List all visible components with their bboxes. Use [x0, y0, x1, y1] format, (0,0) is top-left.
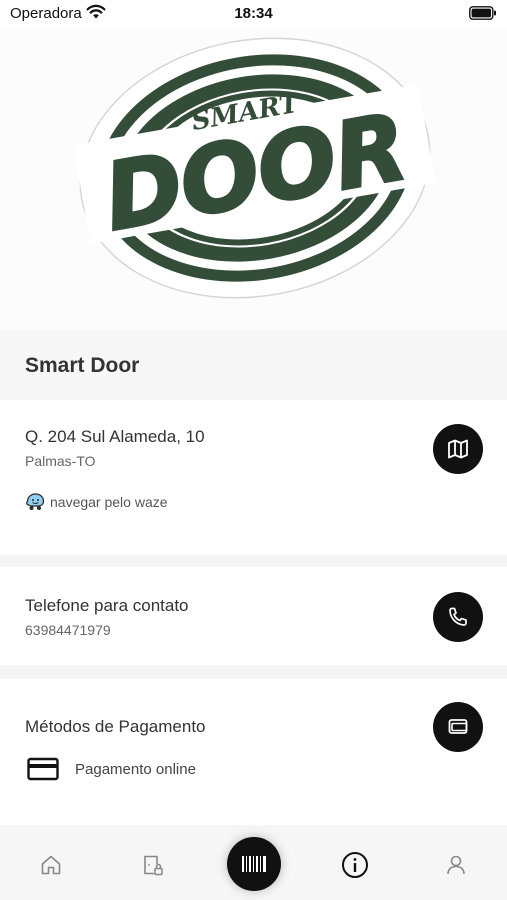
contact-card: Telefone para contato 63984471979 [0, 567, 507, 665]
shop-header: Smart Door [0, 330, 507, 400]
info-icon [342, 852, 368, 878]
logo-banner: SMART DOOR [0, 30, 507, 330]
door-lock-icon [144, 855, 163, 876]
contact-phone: 63984471979 [25, 622, 111, 638]
divider [0, 555, 507, 567]
payment-card: Métodos de Pagamento [0, 679, 507, 825]
wallet-icon [448, 719, 468, 734]
home-icon [41, 855, 61, 875]
status-bar: Operadora 18:34 [0, 0, 507, 30]
phone-icon [449, 607, 467, 626]
waze-icon [26, 493, 45, 510]
battery-icon [469, 6, 497, 25]
address-street: Q. 204 Sul Alameda, 10 [25, 427, 205, 446]
call-button[interactable] [433, 592, 483, 642]
map-button[interactable] [433, 424, 483, 474]
payment-method-label: Pagamento online [75, 760, 196, 778]
tab-info[interactable] [340, 850, 370, 880]
map-icon [448, 439, 468, 459]
address-card: Q. 204 Sul Alameda, 10 Palmas-TO [0, 400, 507, 555]
barcode-icon [242, 856, 266, 872]
payment-button[interactable] [433, 702, 483, 752]
smart-door-logo: SMART DOOR [73, 37, 436, 299]
payment-method-row: Pagamento online [27, 757, 196, 781]
tab-bar [0, 825, 507, 900]
clock: 18:34 [234, 5, 273, 22]
divider [0, 665, 507, 679]
address-city: Palmas-TO [25, 453, 96, 469]
tab-profile[interactable] [441, 850, 471, 880]
waze-label: navegar pelo waze [50, 494, 168, 510]
tab-barcode[interactable] [227, 837, 281, 891]
user-icon [447, 855, 465, 875]
tab-access[interactable] [137, 850, 167, 880]
tab-home[interactable] [36, 850, 66, 880]
payment-title: Métodos de Pagamento [25, 717, 206, 736]
shop-name: Smart Door [25, 354, 140, 377]
credit-card-icon [27, 757, 59, 781]
contact-title: Telefone para contato [25, 596, 189, 615]
waze-link[interactable]: navegar pelo waze [25, 493, 168, 511]
